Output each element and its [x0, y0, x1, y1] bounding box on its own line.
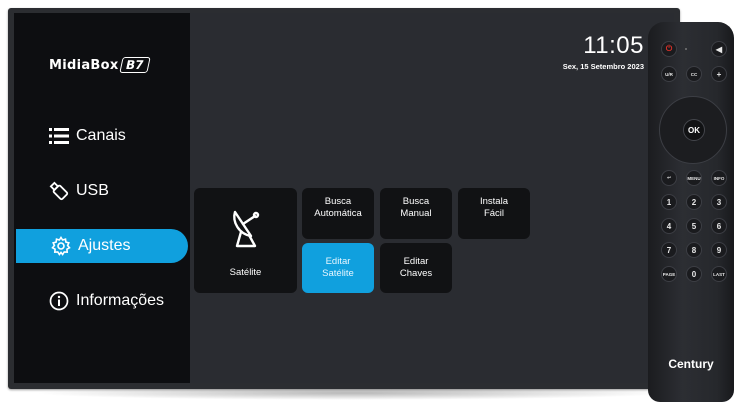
tv-frame: MidiaBox B7 Canais USB Ajustes Informaçõ… [8, 8, 680, 389]
mute-button[interactable]: ◀ [711, 41, 727, 57]
digit-8-button[interactable]: 8 [686, 242, 702, 258]
digit-4-button[interactable]: 4 [661, 218, 677, 234]
logo-badge: B7 [118, 57, 150, 73]
ur-button[interactable]: U/R [661, 66, 677, 82]
tile-busca-manual[interactable]: Busca Manual [380, 188, 452, 239]
tile-label-line2: Manual [400, 208, 432, 219]
power-button[interactable]: ⏻ [661, 41, 677, 57]
clock-date: Sex, 15 Setembro 2023 [562, 62, 644, 71]
sidebar-item-informacoes[interactable]: Informações [14, 284, 164, 318]
page-button[interactable]: PAGE [661, 266, 677, 282]
digit-1-button[interactable]: 1 [661, 194, 677, 210]
menu-button[interactable]: MENU [686, 170, 702, 186]
digit-5-button[interactable]: 5 [686, 218, 702, 234]
tile-label-line1: Instala [480, 196, 508, 207]
digit-6-button[interactable]: 6 [711, 218, 727, 234]
back-button[interactable]: ↩ [661, 170, 677, 186]
list-icon [48, 125, 70, 147]
plus-button[interactable]: + [711, 66, 727, 82]
tile-label-line2: Chaves [399, 268, 433, 279]
sidebar-item-usb[interactable]: USB [14, 174, 109, 208]
usb-icon [48, 180, 70, 202]
clock-time: 11:05 [583, 32, 644, 59]
remote-brand: Century [668, 357, 714, 371]
tile-label-line2: Automática [314, 208, 362, 219]
tile-label-line2: Fácil [483, 208, 505, 219]
gear-icon [50, 235, 72, 257]
info-icon [48, 290, 70, 312]
tile-label-line1: Busca [324, 196, 352, 207]
sidebar: MidiaBox B7 Canais USB Ajustes Informaçõ… [14, 13, 190, 383]
mute-icon: ◀ [715, 44, 723, 54]
tile-busca-automatica[interactable]: Busca Automática [302, 188, 374, 239]
digit-3-button[interactable]: 3 [711, 194, 727, 210]
digit-2-button[interactable]: 2 [686, 194, 702, 210]
satellite-dish-icon [229, 208, 263, 252]
tile-satelite[interactable]: Satélite [194, 188, 297, 293]
tile-label: Satélite [229, 267, 262, 278]
sidebar-item-label: USB [76, 182, 109, 199]
cc-button[interactable]: CC [686, 66, 702, 82]
last-button[interactable]: LAST [711, 266, 727, 282]
sidebar-item-ajustes[interactable]: Ajustes [16, 229, 188, 263]
sidebar-item-label: Informações [76, 292, 165, 309]
tile-instala-facil[interactable]: Instala Fácil [458, 188, 530, 239]
sidebar-item-canais[interactable]: Canais [14, 119, 126, 153]
info-button[interactable]: INFO [711, 170, 727, 186]
tile-label-line1: Editar [325, 256, 351, 267]
remote-control: ⏻ ◀ U/R CC + OK ↩ MENU INFO 1 2 3 4 5 6 … [648, 22, 734, 402]
tile-editar-chaves[interactable]: Editar Chaves [380, 243, 452, 293]
midiabox-logo: MidiaBox B7 [49, 57, 150, 73]
logo-text: MidiaBox [49, 57, 119, 73]
tile-label-line1: Editar [403, 256, 429, 267]
sidebar-item-label: Ajustes [78, 237, 131, 254]
tile-label-line1: Busca [402, 196, 430, 207]
digit-0-button[interactable]: 0 [686, 266, 702, 282]
ok-button[interactable]: OK [683, 119, 705, 141]
indicator-dot [685, 48, 687, 50]
tile-label-line2: Satélite [322, 268, 354, 279]
tv-screen: MidiaBox B7 Canais USB Ajustes Informaçõ… [14, 13, 674, 383]
sidebar-item-label: Canais [76, 127, 126, 144]
clock: 11:05 Sex, 15 Setembro 2023 [562, 32, 644, 72]
digit-7-button[interactable]: 7 [661, 242, 677, 258]
tile-editar-satelite[interactable]: Editar Satélite [302, 243, 374, 293]
digit-9-button[interactable]: 9 [711, 242, 727, 258]
